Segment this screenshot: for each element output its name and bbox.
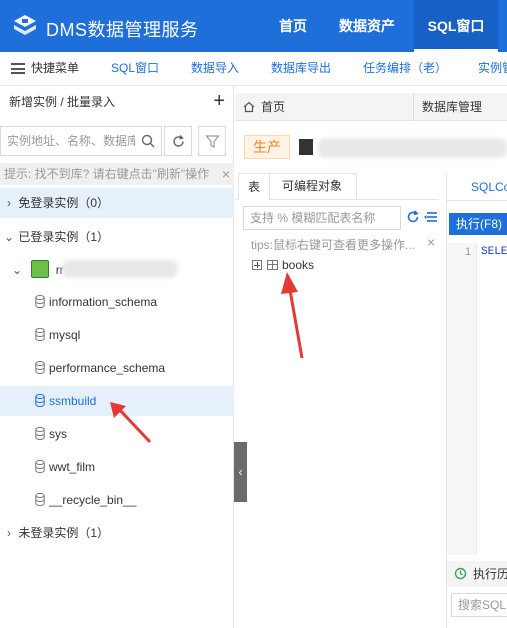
database-label: information_schema	[49, 295, 158, 309]
menu-data-import[interactable]: 数据导入	[191, 52, 239, 85]
database-icon	[35, 493, 45, 506]
menu-bar: 快捷菜单 SQL窗口 数据导入 数据库导出 任务编排（老） 实例管	[0, 52, 507, 86]
chevron-down-icon: ⌄	[11, 263, 23, 277]
database-icon	[35, 394, 45, 407]
workspace-tabs: 首页 数据库管理	[235, 93, 507, 121]
refresh-icon[interactable]	[406, 210, 420, 224]
add-instance-link[interactable]: 新增实例 / 批量录入	[0, 86, 234, 118]
menu-db-export[interactable]: 数据库导出	[271, 52, 331, 85]
chevron-right-icon: ›	[7, 526, 11, 540]
menu-icon[interactable]	[11, 63, 25, 74]
tab-tables[interactable]: 表	[238, 173, 270, 200]
database-label: sys	[49, 427, 67, 441]
group-not-logged-in[interactable]: › 未登录实例（1）	[0, 518, 234, 548]
refresh-button[interactable]	[164, 126, 192, 156]
database-row[interactable]: mysql	[0, 320, 234, 350]
database-label: mysql	[49, 328, 81, 342]
quick-menu[interactable]: 快捷菜单	[31, 52, 79, 85]
database-label: performance_schema	[49, 361, 166, 375]
chevron-down-icon: ⌄	[3, 230, 15, 244]
database-row[interactable]: information_schema	[0, 287, 234, 317]
menu-task-orchestration[interactable]: 任务编排（老）	[363, 52, 447, 85]
refresh-hint: 提示: 找不到库? 请右键点击"刷新"操作 ×	[0, 163, 234, 185]
history-search-input[interactable]: 搜索SQL,	[451, 593, 507, 617]
group-label: 免登录实例（0）	[18, 196, 110, 210]
instance-search-input[interactable]	[1, 127, 135, 155]
app-title[interactable]: DMS数据管理服务	[46, 16, 199, 42]
line-gutter	[447, 243, 477, 555]
tab-sql-console[interactable]: SQLConsole	[447, 173, 507, 201]
top-bar: DMS数据管理服务 首页 数据资产 SQL窗口	[0, 0, 507, 52]
line-number: 1	[465, 246, 472, 258]
database-row[interactable]: __recycle_bin__	[0, 485, 234, 515]
search-icon[interactable]	[141, 134, 155, 148]
database-row[interactable]: performance_schema	[0, 353, 234, 383]
tab-home[interactable]: 首页	[243, 93, 285, 121]
database-icon	[35, 427, 45, 440]
add-icon[interactable]: +	[213, 91, 225, 111]
refresh-icon	[173, 135, 184, 147]
database-icon	[35, 460, 45, 473]
topnav-data-assets[interactable]: 数据资产	[330, 0, 404, 52]
instance-search-box	[0, 126, 162, 156]
menu-sql-window[interactable]: SQL窗口	[111, 52, 159, 85]
table-icon	[267, 260, 278, 270]
close-icon[interactable]: ×	[427, 234, 435, 250]
topnav-sql-window[interactable]: SQL窗口	[414, 0, 498, 52]
group-label: 未登录实例（1）	[18, 526, 110, 540]
chevron-right-icon: ›	[7, 196, 11, 210]
home-icon	[243, 101, 255, 113]
database-label: ssmbuild	[49, 394, 97, 408]
annotation-arrow-icon	[110, 402, 152, 444]
tab-label: 首页	[261, 100, 286, 114]
redacted-connection-info	[318, 138, 507, 158]
table-search-input[interactable]	[244, 207, 394, 229]
table-search-box	[243, 206, 401, 230]
close-icon[interactable]: ×	[222, 163, 230, 185]
tips-text: tips:鼠标右键可查看更多操作...	[251, 238, 416, 252]
sql-editor[interactable]: SELECT	[481, 246, 507, 258]
topnav-home[interactable]: 首页	[268, 0, 318, 52]
tab-database-management[interactable]: 数据库管理	[422, 93, 482, 121]
instance-panel: 新增实例 / 批量录入 + 提示: 找不到库? 请右键点击"刷新"操作 × › …	[0, 86, 234, 628]
database-row[interactable]: wwt_film	[0, 452, 234, 482]
refresh-hint-text: 提示: 找不到库? 请右键点击"刷新"操作	[4, 167, 210, 181]
database-label: wwt_film	[49, 460, 96, 474]
dms-logo-icon	[14, 15, 36, 35]
list-menu-icon[interactable]	[424, 210, 438, 224]
mysql-instance-icon	[31, 260, 49, 278]
history-icon	[454, 567, 467, 580]
expand-icon[interactable]	[252, 260, 262, 270]
history-label: 执行历史	[473, 567, 507, 581]
group-login-free[interactable]: › 免登录实例（0）	[0, 188, 234, 218]
execution-history-tab[interactable]: 执行历史	[447, 561, 507, 587]
redacted-instance-name	[62, 260, 178, 278]
database-icon	[35, 328, 45, 341]
sql-console: SQLConsole 执行(F8) 1 SELECT 执行历史 搜索SQL,	[446, 173, 507, 628]
db-type-icon	[299, 139, 313, 155]
collapse-panel-button[interactable]: ‹	[234, 442, 247, 502]
database-icon	[35, 361, 45, 374]
annotation-arrow-icon	[281, 272, 304, 359]
filter-icon	[205, 135, 220, 148]
group-logged-in[interactable]: ⌄ 已登录实例（1）	[0, 222, 234, 252]
group-label: 已登录实例（1）	[18, 230, 110, 244]
filter-button[interactable]	[198, 126, 226, 156]
execute-button[interactable]: 执行(F8)	[449, 213, 507, 235]
database-label: __recycle_bin__	[49, 493, 137, 507]
environment-badge: 生产	[244, 135, 290, 159]
menu-instance-management[interactable]: 实例管	[478, 52, 507, 85]
database-icon	[35, 295, 45, 308]
